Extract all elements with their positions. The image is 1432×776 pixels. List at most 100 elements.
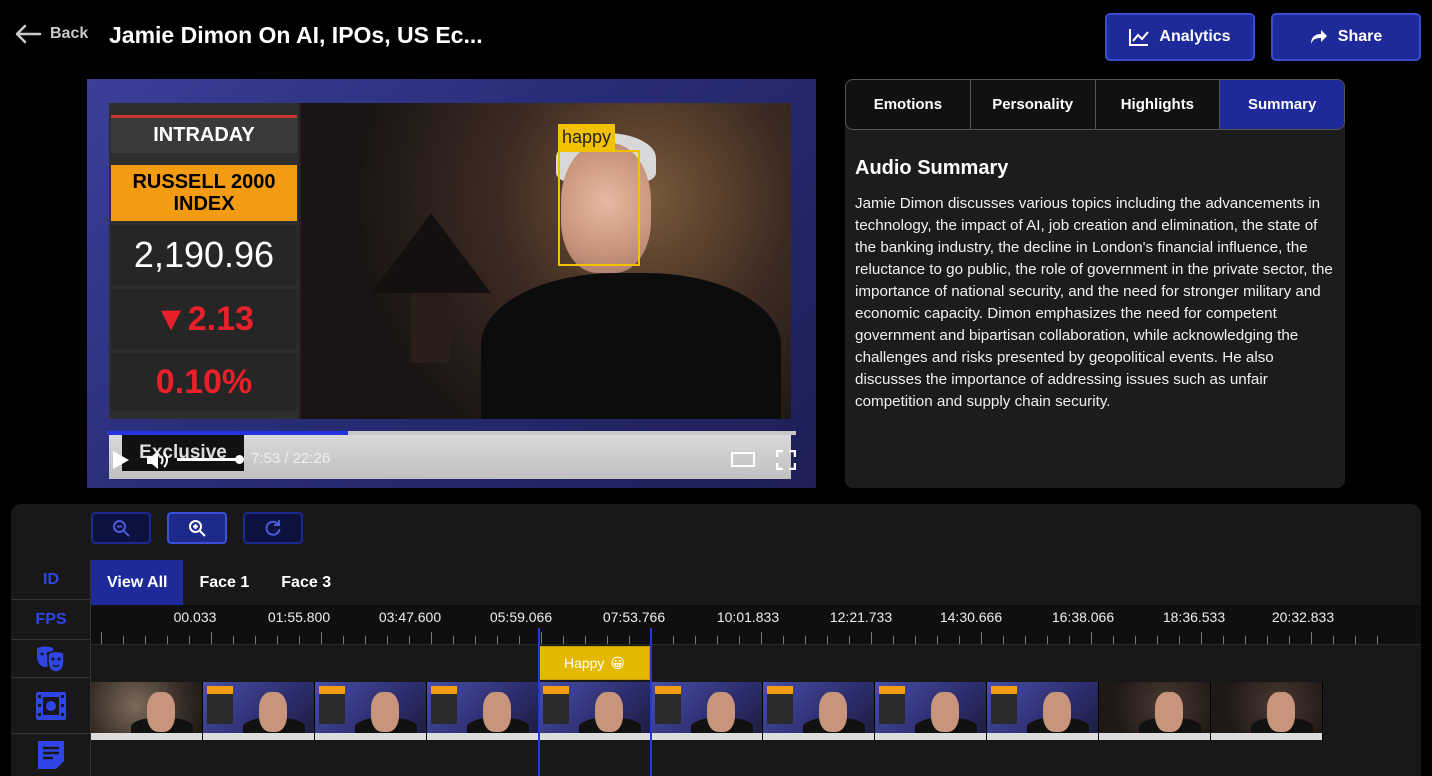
- id-label: ID: [11, 560, 91, 600]
- thumbnail-shape: [543, 686, 569, 694]
- fullscreen-button[interactable]: [775, 449, 797, 471]
- thumbnail-shape: [655, 686, 681, 694]
- tab-highlights[interactable]: Highlights: [1096, 80, 1221, 129]
- ruler-label: 01:55.800: [267, 609, 331, 625]
- ruler-label: 03:47.600: [378, 609, 442, 625]
- tab-face-3[interactable]: Face 3: [265, 560, 347, 605]
- ruler-tick: [1047, 636, 1048, 644]
- frame-thumbnail[interactable]: [203, 682, 315, 740]
- ruler-tick: [1157, 636, 1158, 644]
- back-button[interactable]: Back: [14, 24, 88, 44]
- thumbnail-shape: [595, 692, 623, 732]
- thumbnail-shape: [315, 733, 426, 740]
- ruler-tick: [915, 636, 916, 644]
- thumbnail-shape: [1155, 692, 1183, 732]
- timeline-ruler[interactable]: 00.033 01:55.800 03:47.600 05:59.066 07:53.7…: [91, 605, 1421, 645]
- thumbnail-shape: [259, 692, 287, 732]
- analysis-panel: Emotions Personality Highlights Summary …: [845, 79, 1345, 488]
- ruler-tick: [145, 636, 146, 644]
- volume-button[interactable]: [145, 449, 171, 471]
- theater-mode-button[interactable]: [731, 452, 755, 467]
- thumbnail-shape: [1043, 692, 1071, 732]
- share-button[interactable]: Share: [1271, 13, 1421, 61]
- segment-start-marker[interactable]: [538, 628, 540, 776]
- emotion-segment-label: Happy: [563, 655, 605, 671]
- ruler-tick: [849, 636, 850, 644]
- tab-summary[interactable]: Summary: [1220, 80, 1344, 129]
- thumbnail-shape: [203, 733, 314, 740]
- fps-label: FPS: [11, 600, 91, 640]
- thumbnail-shape: [651, 733, 762, 740]
- frame-thumbnail[interactable]: [987, 682, 1099, 740]
- ruler-tick: [475, 636, 476, 644]
- ruler-label: 00.033: [173, 609, 217, 625]
- zoom-in-button[interactable]: [167, 512, 227, 544]
- frame-thumbnail[interactable]: [427, 682, 539, 740]
- ruler-tick: [1333, 636, 1334, 644]
- ruler-tick: [959, 636, 960, 644]
- summary-text: Jamie Dimon discusses various topics inc…: [855, 195, 1333, 410]
- tab-face-1[interactable]: Face 1: [183, 560, 265, 605]
- frame-thumbnail[interactable]: [315, 682, 427, 740]
- ruler-tick: [365, 636, 366, 644]
- ruler-tick: [1245, 636, 1246, 644]
- frame-thumbnail[interactable]: [91, 682, 203, 740]
- zoom-out-button[interactable]: [91, 512, 151, 544]
- frame-thumbnail[interactable]: [875, 682, 987, 740]
- ruler-tick: [321, 632, 322, 644]
- video-frame: INTRADAY RUSSELL 2000 INDEX 2,190.96 ▼2.…: [109, 103, 791, 419]
- reset-zoom-button[interactable]: [243, 512, 303, 544]
- tab-view-all[interactable]: View All: [91, 560, 184, 605]
- timeline-row-labels: ID FPS: [11, 560, 91, 776]
- ruler-tick: [255, 636, 256, 644]
- analytics-button[interactable]: Analytics: [1105, 13, 1255, 61]
- face-bounding-box: [558, 150, 640, 266]
- thumbnail-shape: [1211, 733, 1322, 740]
- thumbnail-shape: [987, 733, 1098, 740]
- ruler-tick: [387, 636, 388, 644]
- frame-thumbnail[interactable]: [651, 682, 763, 740]
- video-player[interactable]: INTRADAY RUSSELL 2000 INDEX 2,190.96 ▼2.…: [87, 79, 816, 488]
- ruler-tick: [431, 632, 432, 644]
- thumbnail-shape: [147, 692, 175, 732]
- lamp-base: [411, 293, 451, 363]
- tab-personality[interactable]: Personality: [971, 80, 1096, 129]
- frame-thumbnail[interactable]: [1099, 682, 1211, 740]
- play-button[interactable]: [109, 449, 131, 471]
- segment-end-marker[interactable]: [650, 628, 652, 776]
- ruler-tick: [695, 636, 696, 644]
- ruler-tick: [1355, 636, 1356, 644]
- happy-emotion-segment[interactable]: Happy 😀: [539, 646, 650, 680]
- thumbnail-shape: [427, 733, 538, 740]
- summary-title: Audio Summary: [855, 157, 1009, 179]
- grinning-face-icon: 😀: [610, 654, 626, 671]
- ruler-tick: [1135, 636, 1136, 644]
- zoom-out-icon: [113, 520, 130, 537]
- ruler-tick: [739, 636, 740, 644]
- ruler-tick: [123, 636, 124, 644]
- frame-thumbnail[interactable]: [539, 682, 651, 740]
- line-chart-icon: [1129, 29, 1150, 46]
- tab-emotions[interactable]: Emotions: [846, 80, 971, 129]
- volume-knob[interactable]: [235, 455, 244, 464]
- thumbnail-shape: [1267, 692, 1295, 732]
- ruler-tick: [299, 636, 300, 644]
- back-label: Back: [50, 25, 89, 42]
- ruler-label: 05:59.066: [489, 609, 553, 625]
- share-label: Share: [1337, 28, 1383, 45]
- ruler-label: 12:21.733: [829, 609, 893, 625]
- frame-thumbnail[interactable]: [1211, 682, 1323, 740]
- fullscreen-icon: [775, 449, 797, 471]
- ruler-tick: [343, 636, 344, 644]
- ruler-label: 18:36.533: [1162, 609, 1226, 625]
- volume-slider[interactable]: [177, 458, 241, 461]
- frame-thumbnail[interactable]: [763, 682, 875, 740]
- thumbnail-shape: [931, 692, 959, 732]
- ruler-tick: [233, 636, 234, 644]
- market-ticker: INTRADAY RUSSELL 2000 INDEX 2,190.96 ▼2.…: [109, 103, 299, 419]
- thumbnail-shape: [763, 733, 874, 740]
- interviewee-body: [481, 273, 781, 419]
- redo-icon: [265, 520, 281, 536]
- thumbnail-shape: [539, 733, 650, 740]
- page-title: Jamie Dimon On AI, IPOs, US Ec...: [109, 22, 483, 48]
